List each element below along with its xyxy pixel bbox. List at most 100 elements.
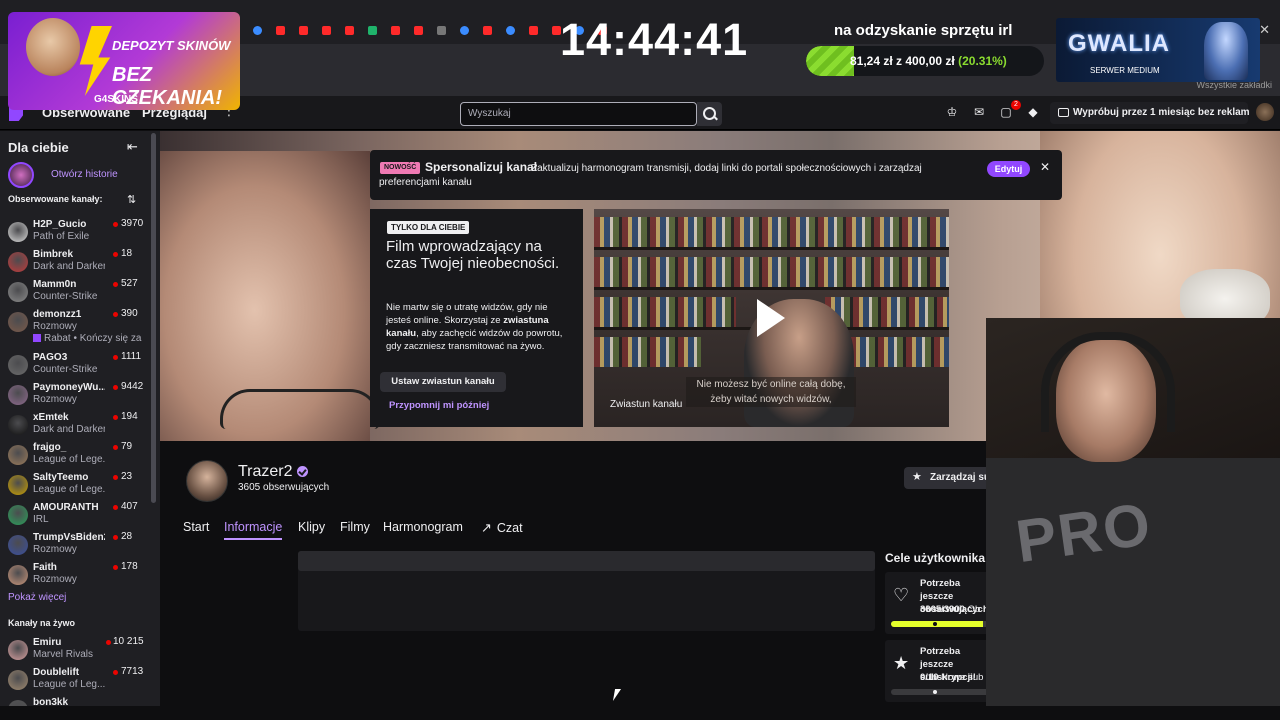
trailer-promo-card: TYLKO DLA CIEBIE Film wprowadzający na c… (370, 209, 583, 427)
history-avatar (8, 162, 34, 188)
shelf (594, 287, 949, 290)
search-input[interactable]: Wyszukaj (460, 102, 697, 126)
viewer-count: 194 (121, 411, 138, 422)
heart-icon: ♡ (893, 585, 910, 605)
tab-schedule[interactable]: Harmonogram (383, 520, 463, 534)
live-dot-icon (113, 415, 118, 420)
tab-chat[interactable]: ↗ Czat (481, 520, 523, 536)
sidebar-channel[interactable]: bon3kk (0, 696, 150, 706)
goal-card[interactable]: ★ Potrzeba jeszcze subskrypcji! 0/10 Nowe … (885, 640, 995, 702)
verified-icon (297, 466, 308, 477)
sort-icon[interactable]: ⇅ (127, 193, 136, 206)
sidebar-channel[interactable]: PAGO3 Counter-Strike 1111 (0, 351, 150, 381)
open-history-button[interactable]: Otwórz historie (8, 162, 148, 188)
sidebar-channel[interactable]: H2P_Gucio Path of Exile 3970 (0, 218, 150, 248)
tab-clips[interactable]: Klipy (298, 520, 325, 534)
live-dot-icon (113, 475, 118, 480)
browser-tab-favicon[interactable] (506, 25, 515, 35)
live-dot-icon (113, 535, 118, 540)
channel-avatar (8, 355, 28, 375)
crown-icon[interactable]: ♔ (944, 104, 960, 120)
donation-goal-bar: 81,24 zł z 400,00 zł (20.31%) (806, 46, 1044, 76)
channel-avatar[interactable] (186, 460, 228, 502)
browser-tab-favicon[interactable] (345, 25, 354, 35)
live-dot-icon (113, 282, 118, 287)
close-icon[interactable]: ✕ (1040, 160, 1050, 174)
goal-card-progress-value: 0/10 (920, 672, 939, 683)
live-dot-icon (106, 640, 111, 645)
inbox-icon[interactable]: ✉ (971, 104, 987, 120)
browser-tab-favicon[interactable] (299, 25, 308, 35)
channel-category: Marvel Rivals (33, 649, 94, 660)
sidebar-channel[interactable]: AMOURANTH IRL 407 (0, 501, 150, 531)
sidebar-channel[interactable]: PaymoneyWu... Rozmowy 9442 (0, 381, 150, 411)
search-icon[interactable] (697, 102, 722, 126)
bits-icon[interactable]: ◆ (1025, 104, 1041, 120)
browser-tab-favicon[interactable] (253, 25, 262, 35)
browser-tab-favicon[interactable] (460, 25, 469, 35)
ad-free-button[interactable]: Wypróbuj przez 1 miesiąc bez reklam (1050, 102, 1250, 124)
goal-amount: 81,24 zł z 400,00 zł (850, 54, 955, 68)
tab-start[interactable]: Start (183, 520, 209, 534)
about-panel-placeholder (298, 551, 875, 631)
channel-name: Mamm0n (33, 279, 77, 290)
live-dot-icon (113, 565, 118, 570)
sidebar: Dla ciebie ⇤ Otwórz historie Obserwowane… (0, 131, 160, 706)
show-more-link[interactable]: Pokaż więcej (8, 592, 66, 603)
sidebar-channel[interactable]: Doublelift League of Leg... 7713 (0, 666, 150, 696)
channel-category: Rozmowy (33, 574, 77, 585)
viewer-count: 1111 (121, 351, 142, 362)
manage-subscriptions-button[interactable]: ★ Zarządzaj su (904, 467, 994, 489)
browser-tab-favicon[interactable] (368, 25, 377, 35)
collapse-sidebar-icon[interactable]: ⇤ (127, 139, 138, 155)
channel-name: Faith (33, 562, 57, 573)
browser-tab-favicon[interactable] (437, 25, 446, 35)
channel-avatar (8, 565, 28, 585)
user-avatar[interactable] (1256, 103, 1274, 121)
viewer-count: 79 (121, 441, 133, 452)
live-dot-icon (113, 222, 118, 227)
browser-tab-favicon[interactable] (322, 25, 331, 35)
sidebar-channel[interactable]: demonzz1 Rozmowy 390 Rabat • Kończy się za (0, 308, 150, 344)
sidebar-channel[interactable]: Bimbrek Dark and Darker 18 (0, 248, 150, 278)
tv-icon (1058, 108, 1069, 117)
browser-tab-favicon[interactable] (483, 25, 492, 35)
browser-tab-favicon[interactable] (276, 25, 285, 35)
tab-label: Filmy (340, 520, 370, 534)
live-dot-icon (113, 252, 118, 257)
sidebar-channel[interactable]: frajgo_ League of Lege... 79 (0, 441, 150, 471)
goal-card[interactable]: ♡ Potrzeba jeszcze obserwujących 3605/3900… (885, 572, 995, 634)
ad-headline: DEPOZYT SKINÓW (112, 38, 231, 53)
drop-icon (33, 334, 41, 342)
channel-category: Counter-Strike (33, 291, 98, 302)
remind-later-link[interactable]: Przypomnij mi później (389, 400, 489, 411)
sidebar-channel[interactable]: TrumpVsBiden2...Rozmowy 28 (0, 531, 150, 561)
sidebar-channel[interactable]: Mamm0n Counter-Strike 527 (0, 278, 150, 308)
tab-info[interactable]: Informacje (224, 520, 283, 540)
browser-tabs[interactable] (230, 22, 607, 38)
sidebar-channel[interactable]: Faith Rozmowy 178 (0, 561, 150, 591)
sidebar-channel[interactable]: SaltyTeemo League of Lege... 23 (0, 471, 150, 501)
browser-tab-favicon[interactable] (391, 25, 400, 35)
goal-progress-bar (891, 621, 991, 627)
overlay-clock: 14:44:41 (560, 14, 749, 65)
viewer-count: 7713 (121, 666, 144, 677)
channel-name: xEmtek (33, 412, 69, 423)
history-label: Otwórz historie (51, 169, 118, 180)
browser-tab-favicon[interactable] (414, 25, 423, 35)
channel-avatar (8, 670, 28, 690)
set-trailer-button[interactable]: Ustaw zwiastun kanału (380, 372, 506, 392)
window-close-icon[interactable]: ✕ (1259, 22, 1270, 38)
channel-category: Rozmowy (33, 394, 77, 405)
sidebar-channel[interactable]: xEmtek Dark and Darker 194 (0, 411, 150, 441)
play-icon[interactable] (757, 299, 785, 337)
browser-tab-favicon[interactable] (529, 25, 538, 35)
promo-body: Nie martw się o utratę widzów, gdy nie j… (386, 301, 571, 353)
channel-name: Doublelift (33, 667, 80, 678)
sidebar-channel[interactable]: Emiru Marvel Rivals 10 215 (0, 636, 150, 666)
tab-videos[interactable]: Filmy (340, 520, 370, 534)
sidebar-scrollbar[interactable] (151, 133, 156, 503)
channel-name: Emiru (33, 637, 62, 648)
channel-trailer-video[interactable]: Nie możesz być online całą dobę, żeby wi… (594, 209, 949, 427)
edit-button[interactable]: Edytuj (987, 161, 1030, 177)
